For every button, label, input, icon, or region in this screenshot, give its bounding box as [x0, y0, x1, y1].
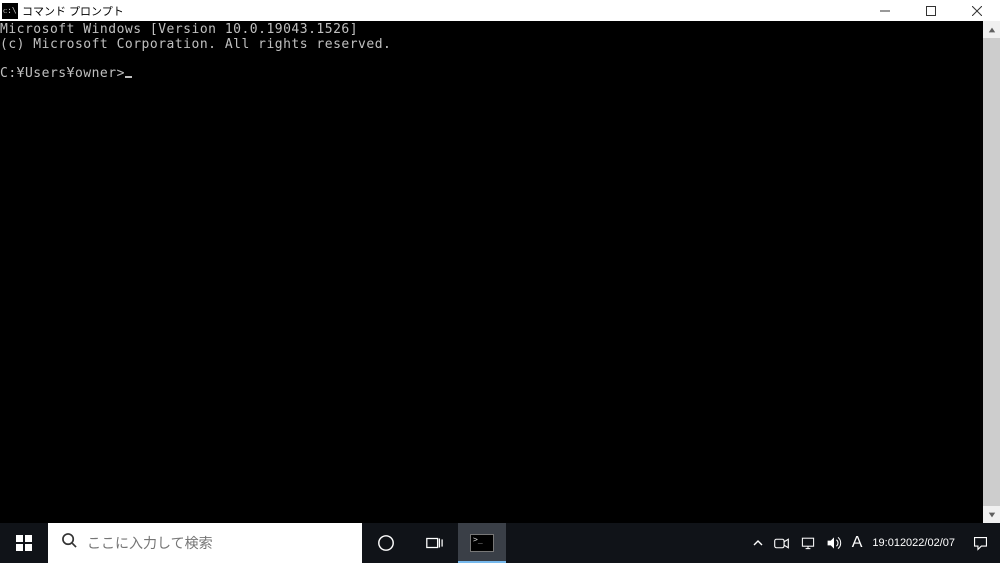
taskbar-app-cmd[interactable]	[458, 523, 506, 563]
taskbar: A 19:01 2022/02/07	[0, 523, 1000, 563]
console-prompt: C:¥Users¥owner>	[0, 66, 125, 81]
close-button[interactable]	[954, 0, 1000, 21]
command-prompt-window: コマンド プロンプト Microsoft Windows [Version 10…	[0, 0, 1000, 523]
cursor	[125, 76, 132, 78]
cmd-taskbar-icon	[470, 534, 494, 552]
vertical-scrollbar[interactable]	[983, 21, 1000, 523]
clock-time: 19:01	[872, 537, 900, 550]
scroll-thumb[interactable]	[983, 38, 1000, 506]
ime-indicator[interactable]: A	[847, 523, 868, 563]
minimize-button[interactable]	[862, 0, 908, 21]
terminal-output[interactable]: Microsoft Windows [Version 10.0.19043.15…	[0, 21, 983, 523]
console-line-copyright: (c) Microsoft Corporation. All rights re…	[0, 37, 391, 52]
maximize-button[interactable]	[908, 0, 954, 21]
task-view-button[interactable]	[410, 523, 458, 563]
search-input[interactable]	[87, 535, 362, 551]
tray-overflow-button[interactable]	[748, 523, 768, 563]
taskbar-clock[interactable]: 19:01 2022/02/07	[867, 523, 960, 563]
action-center-button[interactable]	[960, 523, 1000, 563]
scroll-up-button[interactable]	[983, 21, 1000, 38]
system-tray: A 19:01 2022/02/07	[748, 523, 1000, 563]
titlebar[interactable]: コマンド プロンプト	[0, 0, 1000, 21]
meet-now-icon[interactable]	[768, 523, 795, 563]
scroll-down-button[interactable]	[983, 506, 1000, 523]
start-button[interactable]	[0, 523, 48, 563]
search-icon	[62, 533, 77, 553]
network-icon[interactable]	[795, 523, 821, 563]
clock-date: 2022/02/07	[900, 537, 955, 550]
cortana-button[interactable]	[362, 523, 410, 563]
cmd-app-icon	[2, 3, 18, 19]
window-title: コマンド プロンプト	[22, 3, 124, 19]
volume-icon[interactable]	[821, 523, 847, 563]
console-line-version: Microsoft Windows [Version 10.0.19043.15…	[0, 22, 358, 37]
taskbar-search[interactable]	[48, 523, 362, 563]
